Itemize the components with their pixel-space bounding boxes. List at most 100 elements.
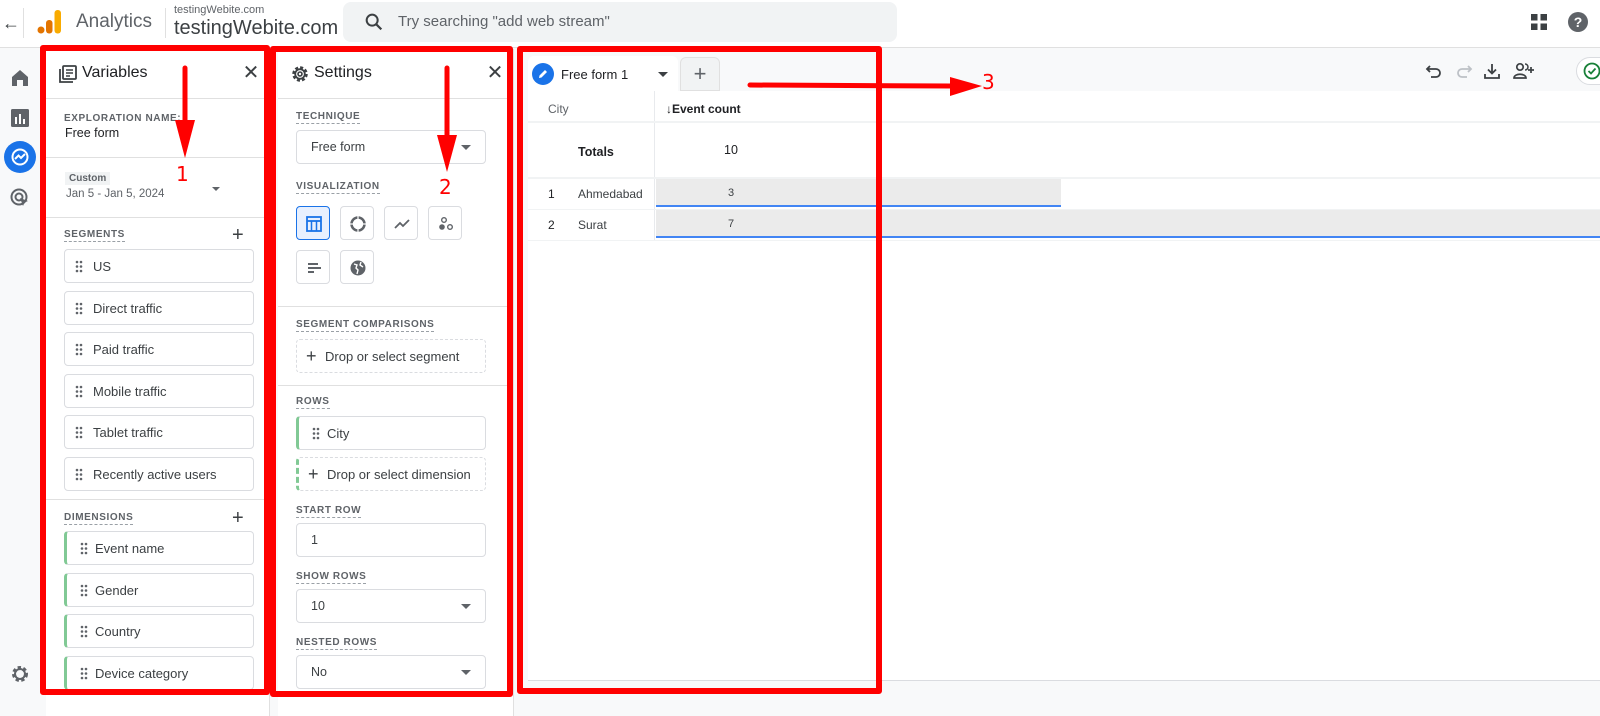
variables-title: Variables — [82, 64, 148, 81]
rows-item-city[interactable]: City — [296, 416, 486, 450]
start-row-input[interactable]: 1 — [296, 523, 486, 557]
drag-handle-icon[interactable] — [80, 667, 88, 680]
undo-icon[interactable] — [1424, 61, 1444, 81]
column-header-event-count[interactable]: ↓Event count — [666, 102, 741, 116]
technique-select[interactable]: Free form — [296, 130, 486, 164]
free-form-table: City ↓Event count Totals 10 1 Ahmedabad 3 2… — [528, 91, 1600, 681]
row-index: 2 — [548, 218, 555, 232]
plus-icon: + — [308, 464, 319, 484]
dimensions-label: DIMENSIONS — [64, 512, 134, 525]
dimension-label: Event name — [95, 541, 165, 556]
search-input[interactable]: Try searching "add web stream" — [343, 2, 897, 42]
edit-pencil-icon[interactable] — [532, 63, 554, 85]
technique-value: Free form — [311, 140, 366, 154]
drag-handle-icon[interactable] — [80, 542, 88, 555]
add-tab-button[interactable]: + — [680, 57, 720, 91]
segment-item[interactable]: Paid traffic — [64, 332, 254, 366]
viz-scatter-button[interactable] — [428, 206, 462, 240]
segment-label: Paid traffic — [93, 342, 155, 357]
property-name[interactable]: testingWebite.com — [174, 17, 338, 40]
segment-item[interactable]: US — [64, 249, 254, 283]
nested-rows-select[interactable]: No — [296, 655, 486, 689]
segment-item[interactable]: Direct traffic — [64, 290, 254, 325]
column-divider — [654, 91, 655, 241]
row-index: 1 — [548, 187, 555, 201]
divider — [278, 385, 513, 386]
drag-handle-icon[interactable] — [80, 625, 88, 638]
dimension-item[interactable]: Device category — [64, 655, 254, 690]
segment-item[interactable]: Mobile traffic — [64, 373, 254, 408]
annotation-label-2: 2 — [439, 175, 452, 199]
back-arrow-icon[interactable]: ← — [2, 12, 20, 34]
close-icon[interactable]: ✕ — [241, 63, 261, 83]
segment-label: Direct traffic — [93, 300, 163, 316]
totals-label: Totals — [578, 145, 614, 159]
annotation-label-1: 1 — [176, 162, 189, 186]
rows-item-label: City — [327, 426, 350, 441]
save-status-button[interactable] — [1576, 57, 1600, 85]
divider — [23, 8, 24, 38]
viz-donut-button[interactable] — [340, 206, 374, 240]
apps-grid-icon[interactable] — [1530, 13, 1548, 31]
show-rows-select[interactable]: 10 — [296, 589, 486, 623]
share-icon[interactable] — [1512, 61, 1536, 81]
redo-icon[interactable] — [1454, 61, 1474, 81]
viz-bar-button[interactable] — [296, 250, 330, 284]
segment-drop-text: Drop or select segment — [325, 349, 460, 364]
account-name-small[interactable]: testingWebite.com — [174, 4, 264, 16]
dimension-item[interactable]: Event name — [64, 531, 254, 565]
divider — [46, 157, 269, 158]
help-icon[interactable]: ? — [1567, 11, 1589, 33]
explore-nav-item-active[interactable] — [4, 141, 36, 173]
drag-handle-icon[interactable] — [80, 584, 88, 597]
drag-handle-icon[interactable] — [75, 385, 83, 398]
viz-geo-button[interactable] — [340, 250, 374, 284]
technique-label: TECHNIQUE — [296, 111, 361, 124]
drag-handle-icon[interactable] — [75, 302, 83, 315]
close-icon[interactable]: ✕ — [485, 63, 505, 83]
drag-handle-icon[interactable] — [75, 260, 83, 273]
download-icon[interactable] — [1482, 61, 1502, 81]
analytics-logo-icon[interactable] — [36, 9, 62, 35]
segment-drop-zone[interactable]: + Drop or select segment — [296, 339, 486, 373]
dimension-item[interactable]: Gender — [64, 572, 254, 607]
drag-handle-icon[interactable] — [75, 468, 83, 481]
chevron-down-icon — [461, 145, 471, 150]
divider — [46, 217, 269, 218]
chevron-down-icon[interactable] — [658, 72, 668, 77]
chevron-down-icon — [461, 670, 471, 675]
dimension-item[interactable]: Country — [64, 614, 254, 648]
tab-free-form-1[interactable]: Free form 1 — [528, 56, 678, 92]
add-segment-icon[interactable]: + — [232, 225, 244, 245]
exploration-name-input[interactable]: Free form — [65, 126, 119, 140]
viz-line-button[interactable] — [384, 206, 418, 240]
chevron-down-icon — [212, 187, 220, 191]
settings-header: Settings ✕ — [278, 49, 513, 99]
start-row-value: 1 — [311, 533, 318, 547]
column-header-city[interactable]: City — [548, 102, 569, 116]
tab-label: Free form 1 — [561, 67, 629, 82]
top-bar: ← Analytics testingWebite.com testingWeb… — [0, 0, 1600, 48]
admin-gear-icon[interactable] — [9, 663, 31, 685]
dimension-drop-zone[interactable]: + Drop or select dimension — [296, 457, 486, 491]
segment-item[interactable]: Tablet traffic — [64, 415, 254, 449]
viz-table-button[interactable] — [296, 206, 330, 240]
advertising-icon[interactable] — [9, 187, 31, 209]
add-dimension-icon[interactable]: + — [232, 508, 244, 528]
row-city: Surat — [578, 218, 607, 232]
annotation-label-3: 3 — [982, 70, 995, 94]
home-icon[interactable] — [9, 67, 31, 89]
line-chart-icon — [394, 219, 410, 229]
drag-handle-icon[interactable] — [312, 427, 320, 440]
value-bar — [656, 179, 1061, 207]
drag-handle-icon[interactable] — [75, 426, 83, 439]
drag-handle-icon[interactable] — [75, 343, 83, 356]
segment-item[interactable]: Recently active users — [64, 456, 254, 491]
settings-panel: Settings ✕ TECHNIQUE Free form VISUALIZA… — [278, 49, 514, 716]
totals-value: 10 — [724, 143, 738, 157]
reports-icon[interactable] — [9, 107, 31, 129]
nested-rows-value: No — [311, 665, 327, 679]
divider — [165, 8, 166, 38]
segment-label: Recently active users — [93, 466, 217, 482]
row-value: 3 — [728, 187, 735, 199]
